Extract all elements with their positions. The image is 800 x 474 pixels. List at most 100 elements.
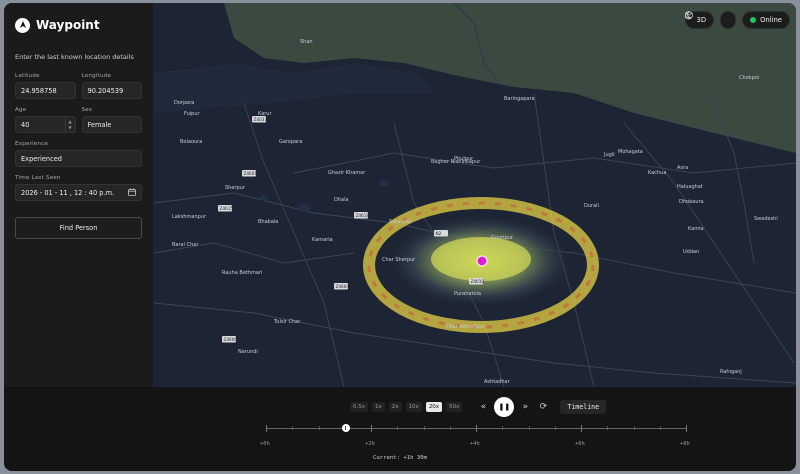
timeline-tick: [476, 425, 477, 432]
route-shield: Z4618: [354, 212, 369, 219]
timeline-tick: [659, 426, 661, 430]
sidebar: Waypoint Enter the last known location d…: [4, 3, 154, 387]
map-place-label: Rauha Bethmari: [222, 270, 262, 276]
app-window: Waypoint Enter the last known location d…: [4, 3, 796, 471]
svg-text:Z4601: Z4601: [244, 171, 258, 176]
map-place-label: Saraipdir: [389, 219, 412, 225]
map-place-label: Sherpur: [225, 185, 246, 191]
playback-controls: 0.5x 1x 2x 10x 20x 50x « ❚❚ » ⟳ Timeline: [350, 397, 607, 417]
speed-1x[interactable]: 1x: [372, 402, 385, 412]
map-place-label: Kachua: [648, 170, 666, 176]
age-stepper[interactable]: ▲ ▼: [64, 117, 75, 132]
map-place-label: Lakshmanpur: [172, 214, 207, 220]
form-intro: Enter the last known location details: [15, 53, 134, 61]
svg-text:Z4615: Z4615: [220, 206, 234, 211]
reset-icon[interactable]: ⟳: [536, 400, 550, 414]
map-place-label: Haluaghat: [677, 184, 703, 190]
map-place-label: Char Ashrafpur: [446, 324, 485, 330]
map-place-label: Narundi: [238, 349, 258, 355]
route-shield: Z4604: [334, 283, 349, 290]
time-last-seen-input[interactable]: 2026 - 01 - 11 , 12 : 40 p.m.: [15, 184, 142, 201]
route-shield: Z4010: [469, 278, 484, 285]
map-place-label: Mohagata: [618, 149, 643, 155]
find-person-button[interactable]: Find Person: [15, 217, 142, 239]
longitude-label: Longitude: [81, 73, 112, 79]
timeline-tick: [397, 426, 399, 430]
map-place-label: Kamla: [688, 226, 704, 232]
route-shield: Z4615: [218, 205, 233, 212]
age-label: Age: [15, 107, 27, 113]
longitude-input[interactable]: 90.204539: [81, 82, 142, 99]
fast-forward-icon[interactable]: »: [518, 400, 532, 414]
timeline-tick-label: +4h: [470, 441, 480, 447]
map-place-label: Durail: [584, 203, 599, 209]
timeline-tick: [607, 426, 609, 430]
route-shield: Z4601: [242, 170, 257, 177]
timeline-tick: [633, 426, 635, 430]
map-place-label: Dhala: [334, 197, 349, 203]
connection-status: Online: [742, 11, 790, 29]
sex-label: Sex: [81, 107, 93, 113]
map-place-label: Baringapara: [504, 96, 535, 102]
timeline-tick-label: +2h: [365, 441, 375, 447]
latitude-input[interactable]: 24.958758: [15, 82, 76, 99]
playback-panel: 0.5x 1x 2x 10x 20x 50x « ❚❚ » ⟳ Timeline…: [4, 387, 796, 471]
svg-text:Z4606: Z4606: [224, 337, 238, 342]
timeline-tick-label: +8h: [680, 441, 690, 447]
timeline-slider[interactable]: [266, 424, 687, 432]
sex-select[interactable]: Female: [81, 116, 142, 133]
speed-20x[interactable]: 20x: [425, 402, 443, 412]
map-place-label: Uddan: [683, 249, 699, 255]
svg-text:Z4010: Z4010: [471, 279, 485, 284]
age-input[interactable]: 40 ▲ ▼: [15, 116, 76, 133]
map-place-label: Dhobaura: [679, 199, 704, 205]
experience-select[interactable]: Experienced: [15, 150, 142, 167]
timeline-tick: [528, 426, 530, 430]
experience-label: Experience: [15, 141, 49, 147]
speed-0-5x[interactable]: 0.5x: [350, 402, 369, 412]
timeline-button[interactable]: Timeline: [560, 400, 607, 414]
timeline-tick-label: +6h: [575, 441, 585, 447]
map-place-label: Ashtadhar: [484, 379, 511, 385]
map-place-label: Chokpoi: [739, 75, 759, 81]
rewind-icon[interactable]: «: [476, 400, 490, 414]
timeline-tick: [502, 426, 504, 430]
map-place-label: Char Sherpur: [382, 257, 416, 263]
map-place-label: Ghazir Khamar: [328, 170, 366, 176]
dark-mode-toggle[interactable]: [684, 11, 737, 29]
map-place-label: Garopara: [279, 139, 302, 145]
map-view[interactable]: Shan Chokpoi Baringapara Haluaghat Dorpara Fu…: [154, 3, 796, 387]
map-place-label: Fulpur: [184, 111, 201, 117]
speed-10x[interactable]: 10x: [405, 402, 422, 412]
pause-button[interactable]: ❚❚: [494, 397, 515, 417]
timeline-tick: [554, 426, 556, 430]
timeline-thumb[interactable]: [341, 424, 350, 432]
map-place-label: Shan: [300, 39, 313, 45]
timeline-tick: [292, 426, 294, 430]
map-place-label: Dorpara: [174, 100, 194, 106]
svg-text:Z4618: Z4618: [356, 213, 370, 218]
map-canvas[interactable]: Shan Chokpoi Baringapara Haluaghat Dorpara Fu…: [154, 3, 796, 387]
compass-icon: [15, 17, 30, 33]
timeline-tick: [371, 425, 372, 432]
timeline-tick-label: +0h: [260, 441, 270, 447]
current-time: Current: +1h 30m: [373, 455, 427, 461]
map-place-label: Jugli: [603, 152, 615, 158]
map-place-label: Bhabala: [258, 219, 278, 225]
calendar-icon[interactable]: [128, 187, 136, 198]
map-place-label: Barai Char: [172, 242, 199, 248]
timeline-tick: [449, 426, 451, 430]
map-place-label: Rahiganj: [720, 369, 742, 375]
speed-50x[interactable]: 50x: [446, 402, 463, 412]
map-place-label: Purahatola: [454, 291, 481, 297]
map-place-label: Bagher Nishinkapur: [431, 159, 481, 165]
svg-text:N2: N2: [436, 231, 442, 236]
last-known-location-marker[interactable]: [476, 255, 488, 267]
speed-2x[interactable]: 2x: [388, 402, 402, 412]
map-place-label: Swadeshi: [754, 216, 778, 222]
map-place-label: Asra: [677, 165, 688, 171]
time-last-seen-label: Time Last Seen: [15, 175, 61, 181]
route-shield: N2: [434, 230, 448, 237]
svg-text:Z4037: Z4037: [254, 117, 268, 122]
map-place-label: Kamaria: [312, 237, 333, 243]
